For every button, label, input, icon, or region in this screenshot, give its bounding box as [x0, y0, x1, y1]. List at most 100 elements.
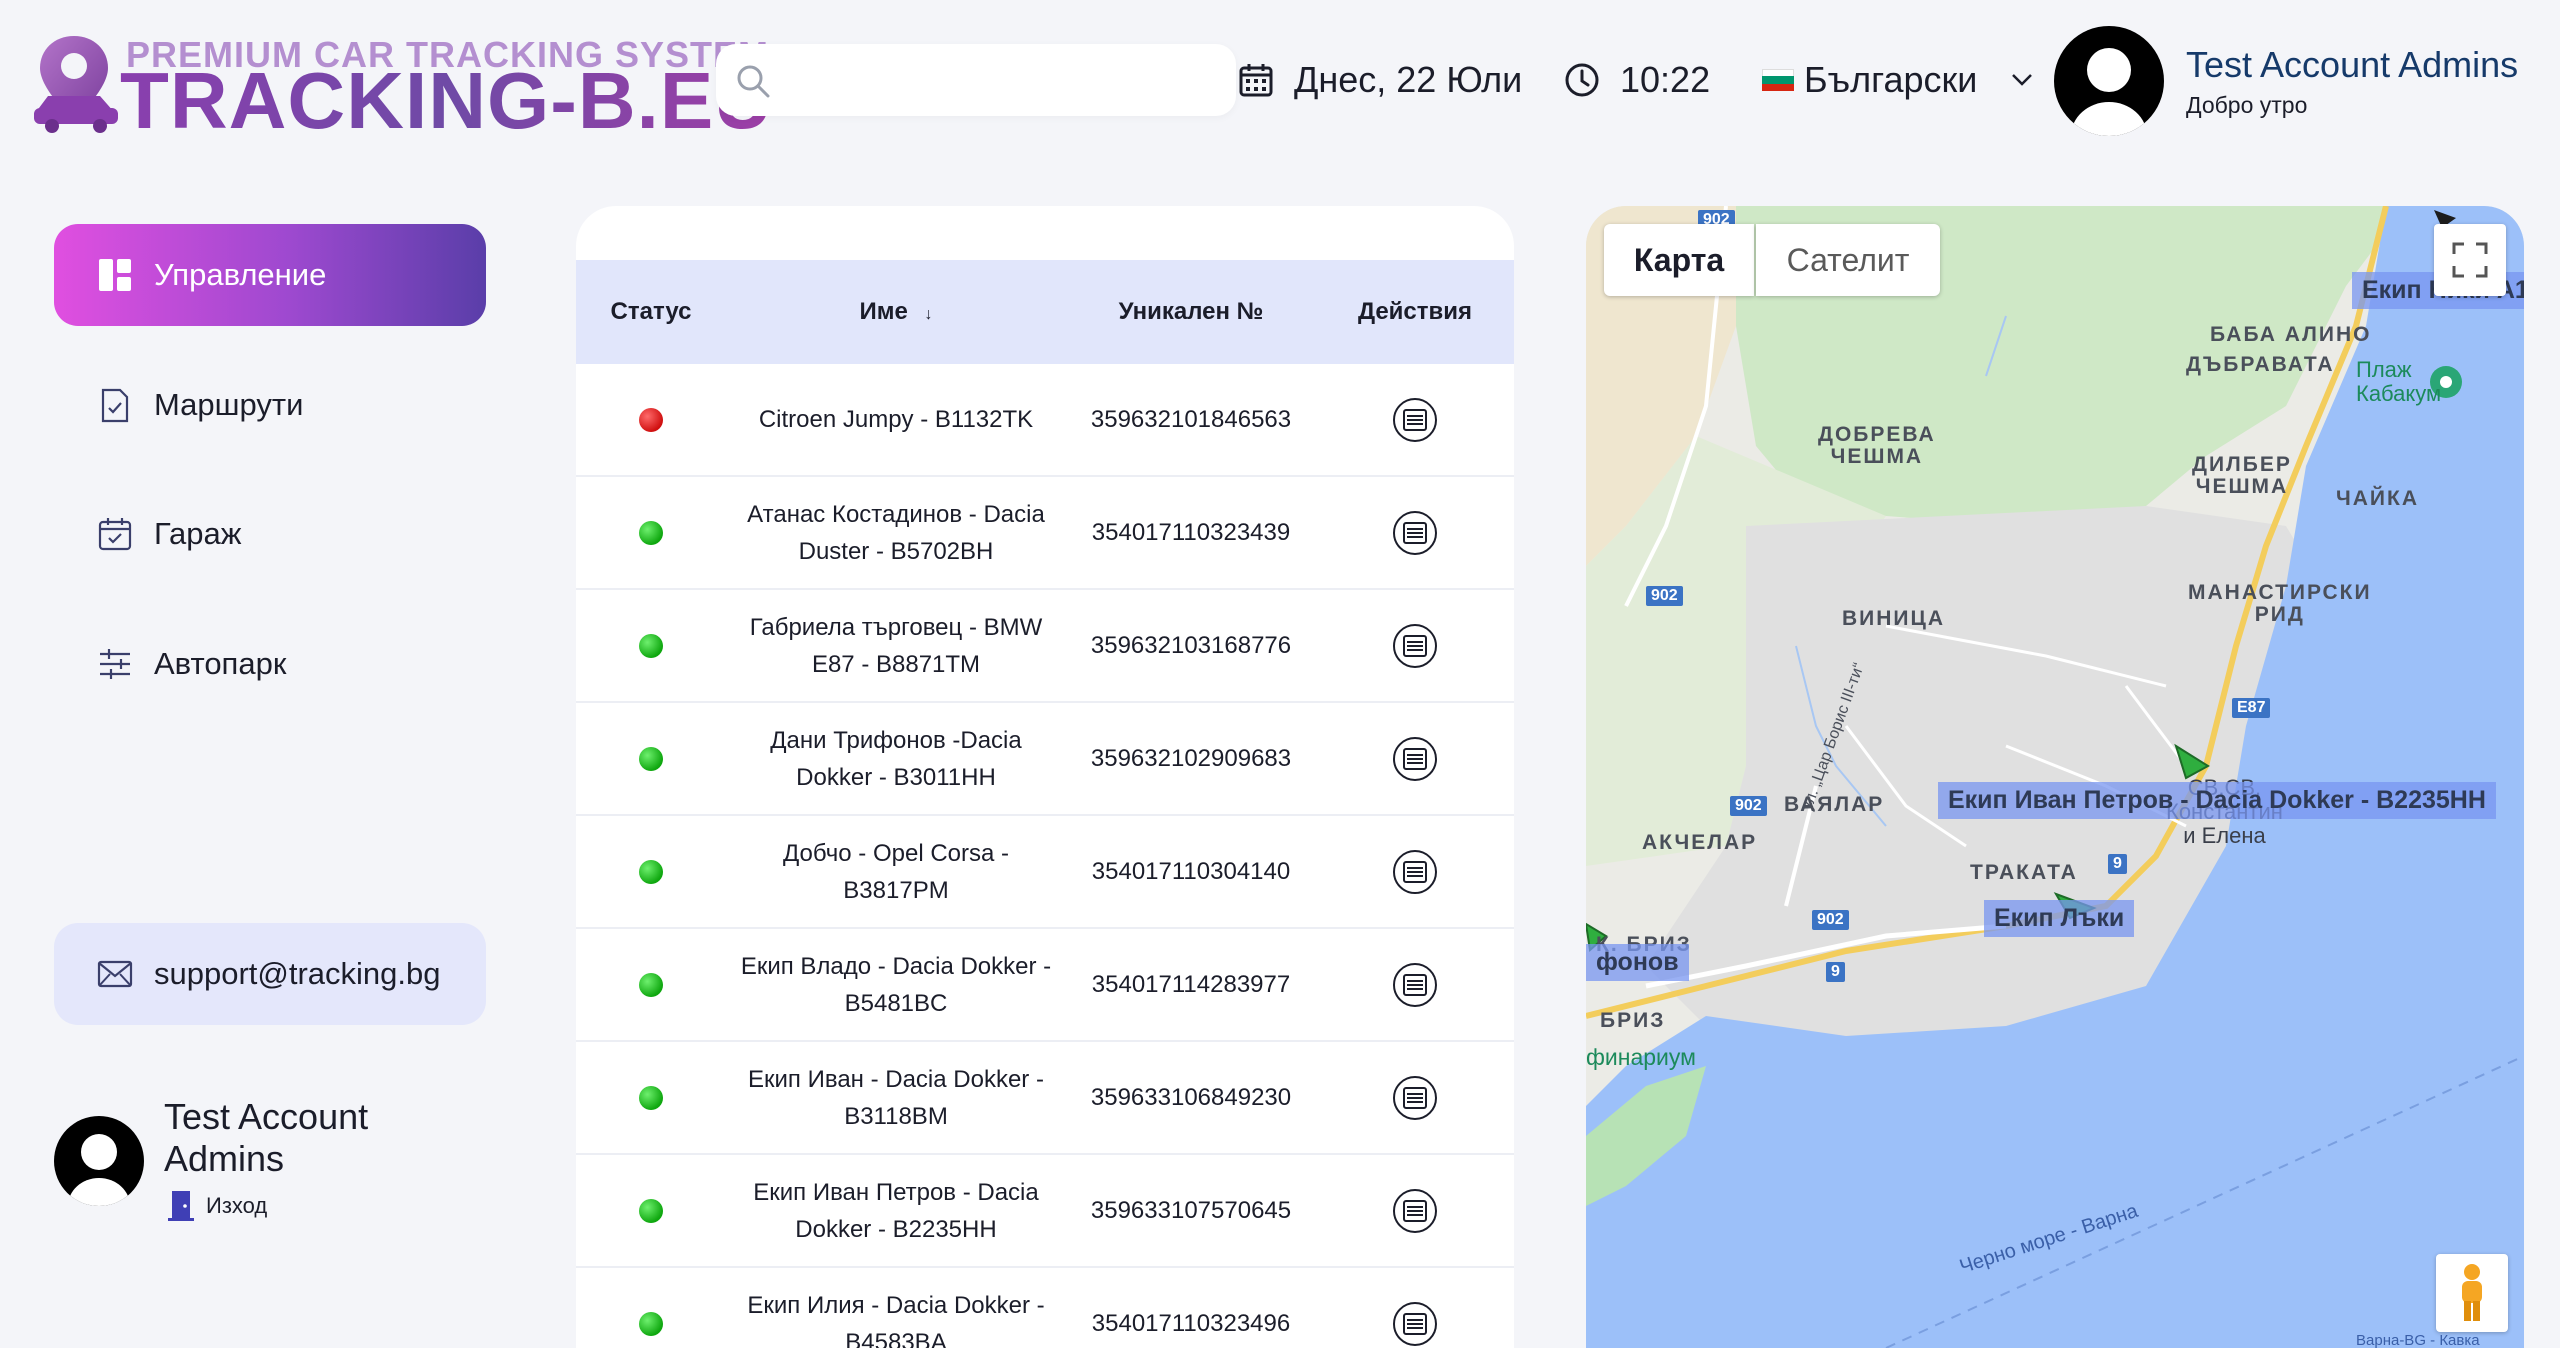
search-input[interactable] [786, 58, 1216, 102]
table-row[interactable]: Citroen Jumpy - B1132TK 359632101846563 [576, 364, 1514, 477]
column-header-name[interactable]: Име ↓ [726, 298, 1066, 326]
table-header: Статус Име ↓ Уникален № Действия [576, 260, 1514, 364]
status-cell [576, 520, 726, 545]
status-cell [576, 407, 726, 432]
sort-arrow-icon: ↓ [924, 306, 933, 323]
street-view-button[interactable] [2436, 1254, 2508, 1332]
vehicle-id: 354017110323439 [1091, 518, 1291, 546]
sidebar-item-management[interactable]: Управление [54, 224, 486, 326]
sidebar-item-label: Управление [154, 257, 327, 292]
status-dot-icon [639, 1311, 663, 1336]
column-header-status[interactable]: Статус [576, 298, 726, 326]
map-place-label: ДИЛБЕР ЧЕШМА [2192, 453, 2292, 498]
bulgaria-flag-icon [1762, 69, 1794, 91]
details-list-icon[interactable] [1392, 736, 1438, 782]
top-header: PREMIUM CAR TRACKING SYSTEM TRACKING-B.E… [0, 0, 2560, 170]
actions-cell [1316, 1301, 1514, 1347]
map-type-map-button[interactable]: Карта [1604, 224, 1754, 296]
language-label: Български [1804, 59, 1978, 100]
road-badge: 902 [1730, 796, 1767, 816]
vehicle-table: Статус Име ↓ Уникален № Действия Citroen… [576, 206, 1514, 1348]
status-cell [576, 633, 726, 658]
map-place-label: БАБА АЛИНО [2210, 323, 2372, 346]
language-selector[interactable]: Български [1762, 56, 2053, 104]
logout-label: Изход [206, 1193, 268, 1218]
details-list-icon[interactable] [1392, 1075, 1438, 1121]
details-list-icon[interactable] [1392, 849, 1438, 895]
fullscreen-icon [2452, 242, 2488, 278]
door-exit-icon [168, 1191, 194, 1221]
vehicle-id: 354017110304140 [1091, 857, 1291, 885]
sidebar-item-label: Автопарк [154, 646, 287, 681]
details-list-icon[interactable] [1392, 623, 1438, 669]
map-view[interactable]: 902 902 902 902 E87 9 9 БАБА АЛИНО ДЪБРА… [1586, 206, 2524, 1348]
avatar[interactable] [54, 1116, 144, 1206]
map-vehicle-label[interactable]: фонов [1586, 944, 1689, 981]
details-list-icon[interactable] [1392, 510, 1438, 556]
details-list-icon[interactable] [1392, 1188, 1438, 1234]
details-list-icon[interactable] [1392, 397, 1438, 443]
actions-cell [1316, 623, 1514, 669]
status-cell [576, 1311, 726, 1336]
sidebar-item-fleet[interactable]: Автопарк [54, 613, 486, 715]
road-badge: 902 [1812, 910, 1849, 930]
sidebar: Управление Маршрути Гараж Автопарк suppo… [0, 170, 530, 1348]
details-list-icon[interactable] [1392, 1301, 1438, 1347]
sidebar-item-garage[interactable]: Гараж [54, 483, 486, 585]
user-name: Test Account Admins [2186, 44, 2519, 85]
status-cell [576, 972, 726, 997]
details-list-icon[interactable] [1392, 962, 1438, 1008]
map-place-label: ВИНИЦА [1842, 607, 1946, 630]
logo-wordmark: TRACKING-B.EU [120, 56, 773, 145]
table-row[interactable]: Добчо - Opel Corsa - B3817PM 354017110304… [576, 816, 1514, 929]
map-place-label: ТРАКАТА [1970, 861, 2078, 884]
logo[interactable]: PREMIUM CAR TRACKING SYSTEM TRACKING-B.E… [34, 34, 772, 145]
status-dot-icon [639, 633, 663, 658]
status-dot-icon [639, 1085, 663, 1110]
actions-cell [1316, 962, 1514, 1008]
map-place-label: ДОБРЕВА ЧЕШМА [1818, 423, 1936, 468]
status-dot-icon [639, 972, 663, 997]
vehicle-id: 354017110323496 [1091, 1309, 1291, 1337]
table-row[interactable]: Екип Иван - Dacia Dokker - B3118BM 359633… [576, 1042, 1514, 1155]
column-header-id[interactable]: Уникален № [1066, 298, 1316, 326]
column-header-name-label: Име [859, 298, 908, 325]
sidebar-item-label: Маршрути [154, 387, 304, 422]
status-cell [576, 859, 726, 884]
map-vehicle-label[interactable]: Екип Лъки [1984, 900, 2135, 937]
table-row[interactable]: Дани Трифонов -Dacia Dokker - B3011HH 359… [576, 703, 1514, 816]
support-email-link[interactable]: support@tracking.bg [54, 923, 486, 1025]
table-row[interactable]: Екип Илия - Dacia Dokker - B4583BA 354017… [576, 1268, 1514, 1348]
date-display: Днес, 22 Юли [1238, 56, 1522, 104]
greeting-text: Добро утро [2186, 92, 2308, 118]
vehicle-id: 359633107570645 [1090, 1196, 1292, 1224]
map-place-label: БРИЗ [1600, 1009, 1666, 1032]
table-row[interactable]: Екип Иван Петров - Dacia Dokker - B2235H… [576, 1155, 1514, 1268]
actions-cell [1316, 510, 1514, 556]
fullscreen-button[interactable] [2434, 224, 2506, 296]
status-dot-icon [639, 520, 663, 545]
vehicle-id: 359632101846563 [1090, 405, 1292, 433]
table-row[interactable]: Атанас Костадинов - Dacia Duster - B5702… [576, 477, 1514, 590]
calendar-icon [1239, 64, 1273, 97]
vehicle-name: Citroen Jumpy - B1132TK [758, 406, 1034, 433]
vehicle-name: Добчо - Opel Corsa - B3817PM [782, 839, 1010, 904]
map-vehicle-label[interactable]: Екип Иван Петров - Dacia Dokker - B2235H… [1938, 782, 2496, 819]
route-clipboard-icon [94, 384, 136, 426]
actions-cell [1316, 1075, 1514, 1121]
table-row[interactable]: Габриела търговец - BMW E87 - B8871TM 359… [576, 590, 1514, 703]
sidebar-user-name: Test Account Admins [164, 1096, 369, 1179]
logout-link[interactable]: Изход [168, 1190, 267, 1222]
status-cell [576, 1085, 726, 1110]
table-row[interactable]: Екип Владо - Dacia Dokker - B5481BC 35401… [576, 929, 1514, 1042]
pegman-icon [2462, 1264, 2482, 1321]
actions-cell [1316, 1188, 1514, 1234]
status-cell [576, 1198, 726, 1223]
actions-cell [1316, 849, 1514, 895]
map-poi-label: финариум [1586, 1044, 1696, 1070]
sidebar-item-routes[interactable]: Маршрути [54, 354, 486, 456]
map-type-satellite-button[interactable]: Сателит [1756, 224, 1940, 296]
avatar[interactable] [2054, 26, 2164, 136]
support-email-text: support@tracking.bg [154, 956, 441, 991]
vehicle-name: Екип Иван Петров - Dacia Dokker - B2235H… [753, 1178, 1039, 1243]
